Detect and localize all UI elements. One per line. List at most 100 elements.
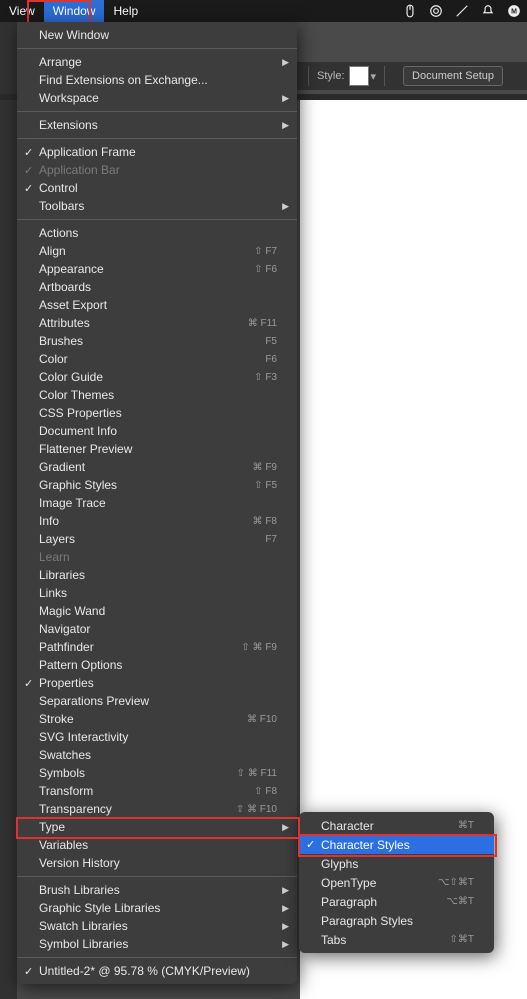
menu-item-document-info[interactable]: Document Info bbox=[17, 422, 297, 440]
submenu-item-character[interactable]: Character⌘T bbox=[299, 816, 494, 835]
chevron-right-icon: ▶ bbox=[282, 201, 289, 212]
menu-item-find-extensions-on-exchange[interactable]: Find Extensions on Exchange... bbox=[17, 71, 297, 89]
menu-item-color[interactable]: ColorF6 bbox=[17, 350, 297, 368]
menu-item-artboards[interactable]: Artboards bbox=[17, 278, 297, 296]
menu-item-symbols[interactable]: Symbols ⇧ ⌘ F11 bbox=[17, 764, 297, 782]
menu-item-flattener-preview[interactable]: Flattener Preview bbox=[17, 440, 297, 458]
menu-item-css-properties[interactable]: CSS Properties bbox=[17, 404, 297, 422]
menu-item-version-history[interactable]: Version History bbox=[17, 854, 297, 872]
menu-item-symbol-libraries[interactable]: Symbol Libraries▶ bbox=[17, 935, 297, 953]
submenu-item-opentype[interactable]: OpenType⌥⇧⌘T bbox=[299, 873, 494, 892]
menu-item-transparency[interactable]: Transparency⇧ ⌘ F10 bbox=[17, 800, 297, 818]
menu-item-label: Attributes bbox=[39, 316, 238, 330]
menu-item-label: Appearance bbox=[39, 262, 244, 276]
menubar-item-help[interactable]: Help bbox=[104, 0, 147, 22]
menu-item-attributes[interactable]: Attributes ⌘ F11 bbox=[17, 314, 297, 332]
menu-item-separations-preview[interactable]: Separations Preview bbox=[17, 692, 297, 710]
menu-item-label: CSS Properties bbox=[39, 406, 277, 420]
menubar-item-view[interactable]: View bbox=[0, 0, 44, 22]
menu-item-learn: Learn bbox=[17, 548, 297, 566]
menu-item-gradient[interactable]: Gradient⌘ F9 bbox=[17, 458, 297, 476]
menu-item-actions[interactable]: Actions bbox=[17, 224, 297, 242]
menu-item-label: Actions bbox=[39, 226, 277, 240]
menu-item-magic-wand[interactable]: Magic Wand bbox=[17, 602, 297, 620]
menu-item-align[interactable]: Align⇧ F7 bbox=[17, 242, 297, 260]
menu-item-label: New Window bbox=[39, 28, 277, 42]
document-setup-button[interactable]: Document Setup bbox=[403, 66, 503, 86]
menu-item-new-window[interactable]: New Window bbox=[17, 26, 297, 44]
menu-item-label: Brush Libraries bbox=[39, 883, 277, 897]
menu-shortcut: ⌘ F11 bbox=[248, 318, 277, 329]
submenu-item-paragraph[interactable]: Paragraph⌥⌘T bbox=[299, 892, 494, 911]
menubar-item-window[interactable]: Window bbox=[44, 0, 105, 22]
menu-shortcut: ⇧ F5 bbox=[254, 480, 277, 491]
menu-item-label: Color Themes bbox=[39, 388, 277, 402]
menu-item-properties[interactable]: ✓Properties bbox=[17, 674, 297, 692]
menu-item-graphic-style-libraries[interactable]: Graphic Style Libraries▶ bbox=[17, 899, 297, 917]
mouse-icon bbox=[397, 4, 423, 18]
menu-item-variables[interactable]: Variables bbox=[17, 836, 297, 854]
menu-item-swatches[interactable]: Swatches bbox=[17, 746, 297, 764]
menu-item-color-themes[interactable]: Color Themes bbox=[17, 386, 297, 404]
menu-shortcut: ⌘T bbox=[458, 820, 474, 831]
menu-shortcut: ⌘ F8 bbox=[253, 516, 277, 527]
menu-item-label: Control bbox=[39, 181, 277, 195]
menu-item-color-guide[interactable]: Color Guide⇧ F3 bbox=[17, 368, 297, 386]
menu-item-toolbars[interactable]: Toolbars▶ bbox=[17, 197, 297, 215]
menu-shortcut: ⇧ ⌘ F11 bbox=[237, 768, 277, 779]
menu-item-extensions[interactable]: Extensions▶ bbox=[17, 116, 297, 134]
menu-item-label: Type bbox=[39, 820, 277, 834]
menu-item-label: Brushes bbox=[39, 334, 255, 348]
menu-item-asset-export[interactable]: Asset Export bbox=[17, 296, 297, 314]
menu-item-label: Symbols bbox=[39, 766, 227, 780]
menu-item-label: Arrange bbox=[39, 55, 277, 69]
chevron-right-icon: ▶ bbox=[282, 921, 289, 932]
menu-item-svg-interactivity[interactable]: SVG Interactivity bbox=[17, 728, 297, 746]
submenu-item-character-styles[interactable]: ✓Character Styles bbox=[299, 835, 494, 854]
style-swatch[interactable] bbox=[349, 66, 369, 86]
menu-item-application-frame[interactable]: ✓Application Frame bbox=[17, 143, 297, 161]
menu-item-control[interactable]: ✓Control bbox=[17, 179, 297, 197]
menu-item-links[interactable]: Links bbox=[17, 584, 297, 602]
menu-item-label: Extensions bbox=[39, 118, 277, 132]
menu-item-label: Application Frame bbox=[39, 145, 277, 159]
menu-item-appearance[interactable]: Appearance⇧ F6 bbox=[17, 260, 297, 278]
check-icon: ✓ bbox=[24, 965, 33, 978]
pen-icon[interactable] bbox=[449, 4, 475, 18]
menu-item-graphic-styles[interactable]: Graphic Styles⇧ F5 bbox=[17, 476, 297, 494]
menu-item-arrange[interactable]: Arrange▶ bbox=[17, 53, 297, 71]
menu-item-label: Document Info bbox=[39, 424, 277, 438]
menu-item-transform[interactable]: Transform⇧ F8 bbox=[17, 782, 297, 800]
submenu-item-tabs[interactable]: Tabs⇧⌘T bbox=[299, 930, 494, 949]
m-icon[interactable]: M bbox=[501, 4, 527, 18]
cc-icon[interactable] bbox=[423, 4, 449, 18]
menu-shortcut: ⇧⌘T bbox=[450, 934, 475, 945]
menu-item-application-bar: ✓Application Bar bbox=[17, 161, 297, 179]
menu-item-layers[interactable]: LayersF7 bbox=[17, 530, 297, 548]
menu-item-libraries[interactable]: Libraries bbox=[17, 566, 297, 584]
submenu-item-label: Paragraph bbox=[321, 895, 436, 909]
menu-item-workspace[interactable]: Workspace▶ bbox=[17, 89, 297, 107]
menu-item-label: Swatches bbox=[39, 748, 277, 762]
menu-item-label: Info bbox=[39, 514, 243, 528]
menu-item-swatch-libraries[interactable]: Swatch Libraries▶ bbox=[17, 917, 297, 935]
menu-item-label: Artboards bbox=[39, 280, 277, 294]
menu-item-label: Transform bbox=[39, 784, 244, 798]
menu-item-brush-libraries[interactable]: Brush Libraries▶ bbox=[17, 881, 297, 899]
menu-item-untitled-2-95-78-cmyk-preview[interactable]: ✓Untitled-2* @ 95.78 % (CMYK/Preview) bbox=[17, 962, 297, 980]
menu-item-navigator[interactable]: Navigator bbox=[17, 620, 297, 638]
bell-icon[interactable] bbox=[475, 4, 501, 18]
menu-item-info[interactable]: Info ⌘ F8 bbox=[17, 512, 297, 530]
menu-shortcut: F6 bbox=[265, 354, 277, 365]
style-label: Style: bbox=[317, 70, 345, 82]
submenu-item-paragraph-styles[interactable]: Paragraph Styles bbox=[299, 911, 494, 930]
menu-item-image-trace[interactable]: Image Trace bbox=[17, 494, 297, 512]
chevron-down-icon[interactable]: ▾ bbox=[371, 70, 377, 83]
submenu-item-glyphs[interactable]: Glyphs bbox=[299, 854, 494, 873]
menu-item-stroke[interactable]: Stroke⌘ F10 bbox=[17, 710, 297, 728]
menu-item-pattern-options[interactable]: Pattern Options bbox=[17, 656, 297, 674]
menu-item-pathfinder[interactable]: Pathfinder⇧ ⌘ F9 bbox=[17, 638, 297, 656]
menu-item-label: Links bbox=[39, 586, 277, 600]
menu-item-type[interactable]: Type▶ bbox=[17, 818, 297, 836]
menu-item-brushes[interactable]: BrushesF5 bbox=[17, 332, 297, 350]
